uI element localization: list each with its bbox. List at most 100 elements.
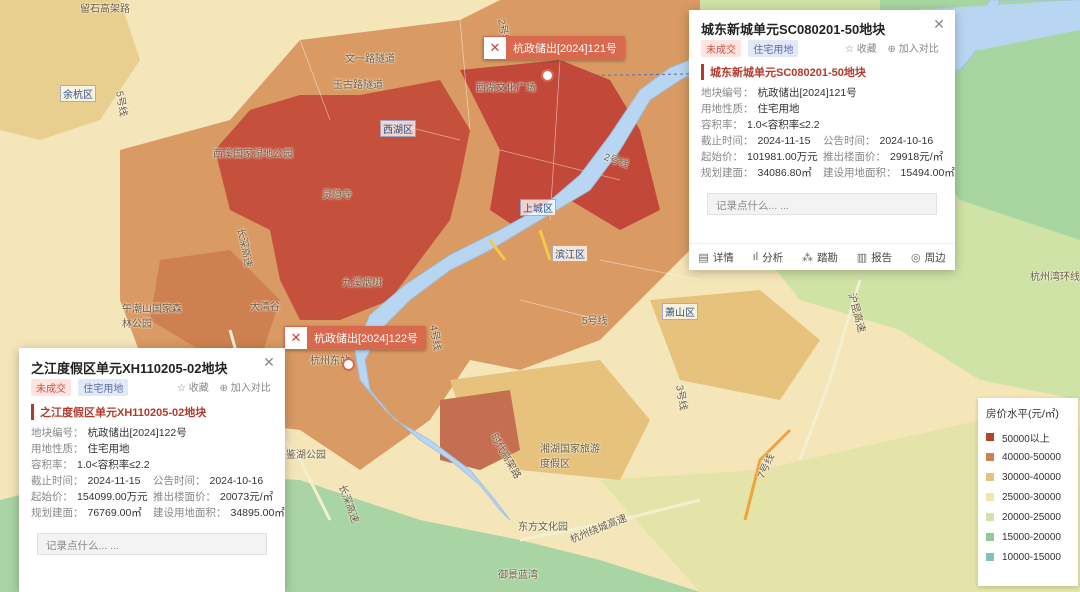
legend-swatch	[986, 553, 994, 561]
note-input[interactable]: 记录点什么... ...	[707, 193, 937, 215]
popup-title: 城东新城单元SC080201-50地块	[701, 22, 886, 37]
survey-button[interactable]: ⁂ 踏勘	[802, 250, 838, 265]
field-value: 20073元/㎡	[220, 491, 274, 503]
detail-button[interactable]: ▤ 详情	[698, 250, 733, 265]
pin-anchor-dot[interactable]	[541, 69, 554, 82]
place-label: 西溪国家湿地公园	[213, 149, 293, 160]
favorite-button[interactable]: ☆ 收藏	[177, 383, 209, 394]
status-badge: 未成交	[31, 379, 71, 396]
legend-label: 15000-20000	[1002, 531, 1061, 543]
pin-label: 杭政储出[2024]121号	[513, 43, 617, 55]
legend-item[interactable]: 20000-25000	[986, 507, 1070, 527]
nearby-button[interactable]: ◎ 周边	[911, 250, 946, 265]
bar-chart-icon: ıl	[752, 251, 759, 263]
place-label: 午潮山国家森林公园	[122, 304, 182, 330]
add-compare-button[interactable]: ⊕ 加入对比	[220, 383, 271, 394]
field-label: 推出楼面价：	[153, 491, 216, 503]
favorite-button[interactable]: ☆ 收藏	[845, 44, 877, 55]
field-label: 截止时间：	[701, 135, 754, 147]
field-label: 起始价：	[701, 151, 743, 163]
field-value: 住宅用地	[757, 103, 800, 115]
parcel-popup-left: 之江度假区单元XH110205-02地块 ✕ 未成交 住宅用地 ☆ 收藏 ⊕ 加…	[19, 348, 285, 592]
document-icon: ▤	[698, 251, 709, 264]
field-value: 76769.00㎡	[87, 507, 142, 519]
legend-item[interactable]: 30000-40000	[986, 467, 1070, 487]
legend-items: 50000以上 40000-50000 30000-40000 25000-30000…	[986, 427, 1070, 567]
land-parcel-icon: ✕	[483, 36, 507, 60]
field-label: 建设用地面积：	[153, 507, 227, 519]
pin-anchor-dot[interactable]	[342, 358, 355, 371]
analysis-button[interactable]: ıl 分析	[753, 250, 784, 265]
action-label: 周边	[924, 251, 946, 264]
field-value: 34895.00㎡	[230, 507, 285, 519]
place-label: 御景蓝湾	[498, 570, 538, 581]
legend-item[interactable]: 50000以上	[986, 427, 1070, 447]
field-value: 34086.80㎡	[757, 167, 812, 179]
field-label: 公告时间：	[823, 135, 876, 147]
place-label: 留石高架路	[80, 4, 130, 15]
place-label: 鉴湖公园	[286, 450, 326, 461]
land-pin-121[interactable]: ✕ 杭政储出[2024]121号	[483, 36, 625, 60]
field-label: 规划建面：	[31, 507, 84, 519]
field-value: 2024-10-16	[879, 135, 934, 147]
field-label: 公告时间：	[153, 475, 206, 487]
place-label: 灵隐寺	[322, 190, 352, 201]
legend-item[interactable]: 40000-50000	[986, 447, 1070, 467]
footprint-icon: ⁂	[801, 251, 813, 264]
district-label-xiaoshan: 萧山区	[662, 303, 698, 320]
popup-action-bar: ▤ 详情 ıl 分析 ⁂ 踏勘 ▥ 报告 ◎ 周边	[689, 243, 955, 270]
field-value: 15494.00㎡	[900, 167, 955, 179]
place-label: 杭州湾环线	[1030, 272, 1080, 283]
field-label: 推出楼面价：	[823, 151, 886, 163]
field-value: 杭政储出[2024]121号	[757, 87, 857, 99]
legend-swatch	[986, 493, 994, 501]
field-value: 杭政储出[2024]122号	[87, 427, 187, 439]
field-label: 用地性质：	[31, 443, 84, 455]
place-label: 西湖文化广场	[476, 83, 536, 94]
legend-label: 40000-50000	[1002, 451, 1061, 463]
note-input[interactable]: 记录点什么... ...	[37, 533, 267, 555]
place-label: 文一路隧道	[345, 54, 395, 65]
close-icon[interactable]: ✕	[261, 354, 277, 370]
report-button[interactable]: ▥ 报告	[857, 250, 892, 265]
field-label: 容积率：	[701, 119, 743, 131]
place-label: 九溪烟树	[342, 278, 382, 289]
place-label: 玉古路隧道	[333, 80, 383, 91]
add-compare-button[interactable]: ⊕ 加入对比	[888, 44, 939, 55]
field-label: 地块编号：	[701, 87, 754, 99]
field-label: 地块编号：	[31, 427, 84, 439]
action-label: 分析	[762, 251, 784, 264]
place-label: 大清谷	[250, 302, 280, 313]
district-label-shangcheng: 上城区	[520, 199, 556, 216]
field-value: 101981.00万元	[747, 151, 818, 163]
pin-label: 杭政储出[2024]122号	[314, 333, 418, 345]
popup-subtitle: 之江度假区单元XH110205-02地块	[31, 404, 206, 420]
field-label: 规划建面：	[701, 167, 754, 179]
target-icon: ◎	[910, 251, 921, 264]
legend-label: 50000以上	[1002, 433, 1050, 445]
field-value: 住宅用地	[87, 443, 130, 455]
legend-item[interactable]: 10000-15000	[986, 547, 1070, 567]
land-parcel-icon: ✕	[284, 326, 308, 350]
land-use-badge: 住宅用地	[748, 40, 799, 57]
land-pin-122[interactable]: ✕ 杭政储出[2024]122号	[284, 326, 426, 350]
legend-item[interactable]: 25000-30000	[986, 487, 1070, 507]
legend-item[interactable]: 15000-20000	[986, 527, 1070, 547]
action-label: 踏勘	[816, 251, 838, 264]
field-label: 起始价：	[31, 491, 73, 503]
status-badge: 未成交	[701, 40, 741, 57]
close-icon[interactable]: ✕	[931, 16, 947, 32]
place-label: 东方文化园	[518, 522, 568, 533]
district-label-yuhang: 余杭区	[60, 85, 96, 102]
field-value: 1.0<容积率≤2.2	[77, 459, 150, 471]
field-value: 2024-11-15	[87, 475, 141, 487]
action-label: 详情	[712, 251, 734, 264]
action-label: 报告	[871, 251, 893, 264]
popup-title: 之江度假区单元XH110205-02地块	[31, 361, 228, 376]
legend-title: 房价水平(元/㎡)	[986, 408, 1059, 420]
field-label: 建设用地面积：	[823, 167, 897, 179]
legend-label: 20000-25000	[1002, 511, 1061, 523]
legend-label: 25000-30000	[1002, 491, 1061, 503]
land-use-badge: 住宅用地	[78, 379, 129, 396]
popup-subtitle: 城东新城单元SC080201-50地块	[701, 64, 866, 80]
